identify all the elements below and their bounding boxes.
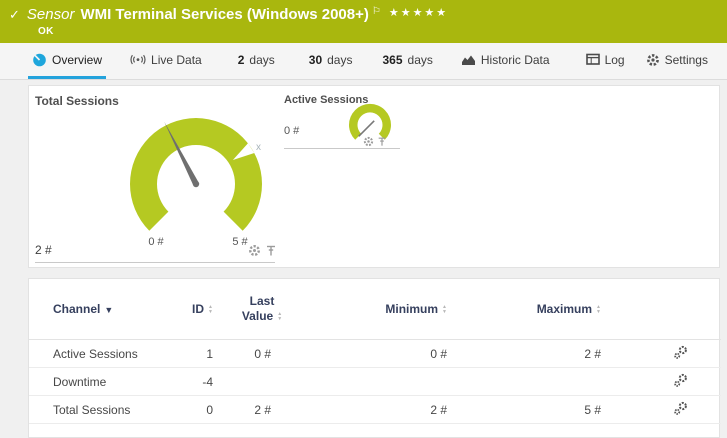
tab-365-days-number: 365: [382, 52, 403, 67]
tab-live-data-label: Live Data: [151, 52, 202, 67]
sort-caret-icon: ▼: [104, 304, 114, 315]
tab-overview[interactable]: Overview: [28, 43, 107, 79]
gauge-limit-marker: x: [256, 142, 261, 153]
channel-name: Downtime: [29, 367, 179, 396]
overview-gauges-panel: Total Sessions x 0 # 5 # 2 # Active Sess…: [28, 85, 720, 268]
channel-row-active-sessions[interactable]: Active Sessions 1 0 # 0 # 2 #: [29, 339, 721, 368]
mini-gauge-settings-gear-icon[interactable]: [363, 136, 374, 147]
sensor-header: ✓ Sensor WMI Terminal Services (Windows …: [0, 0, 727, 43]
gear-icon: [646, 53, 659, 66]
tab-30-days-label: days: [327, 52, 353, 67]
column-header-maximum-label: Maximum: [536, 302, 593, 316]
channel-last-value: 0 #: [219, 339, 305, 368]
channel-maximum: 2 #: [479, 339, 639, 368]
status-ok-icon: ✓: [9, 7, 20, 22]
page-title: WMI Terminal Services (Windows 2008+): [80, 6, 369, 23]
total-sessions-title: Total Sessions: [35, 94, 119, 108]
channel-settings-cell: [639, 339, 721, 368]
sort-arrows-icon: ▲ ▼: [277, 311, 283, 322]
tab-live-data[interactable]: Live Data: [126, 43, 206, 79]
status-text: OK: [38, 26, 54, 37]
object-kind-label: Sensor: [26, 6, 75, 23]
column-header-minimum-label: Minimum: [385, 302, 439, 316]
tab-log[interactable]: Log: [582, 43, 629, 79]
area-chart-icon: [461, 55, 475, 65]
sort-arrows-icon: ▲ ▼: [596, 304, 601, 315]
column-header-actions: [639, 279, 721, 340]
channel-name: Total Sessions: [29, 395, 179, 424]
channel-id: 1: [179, 339, 219, 368]
tab-2-days[interactable]: 2 days: [234, 43, 279, 79]
sensor-header-row: ✓ Sensor WMI Terminal Services (Windows …: [9, 6, 448, 23]
channel-minimum: [305, 367, 479, 396]
tab-historic-data[interactable]: Historic Data: [457, 43, 554, 79]
tab-settings-label: Settings: [664, 52, 708, 67]
tab-historic-data-label: Historic Data: [480, 52, 550, 67]
tab-2-days-number: 2: [237, 52, 245, 67]
channel-last-value: [219, 367, 305, 396]
channel-settings-cell: [639, 395, 721, 424]
channel-settings-gears-icon[interactable]: [673, 401, 688, 419]
channel-id: 0: [179, 395, 219, 424]
sort-arrows-icon: ▲ ▼: [442, 304, 447, 315]
gauge-pin-icon[interactable]: [265, 244, 277, 257]
channel-last-value: 2 #: [219, 395, 305, 424]
gauge-icon: [33, 53, 46, 67]
flag-icon[interactable]: ⚐: [372, 6, 381, 17]
channel-name: Active Sessions: [29, 339, 179, 368]
channel-id: -4: [179, 367, 219, 396]
column-header-channel[interactable]: Channel ▼: [29, 279, 179, 340]
total-sessions-gauge[interactable]: [124, 106, 269, 246]
channel-settings-gears-icon[interactable]: [673, 345, 688, 363]
mini-gauge-pin-icon[interactable]: [377, 136, 387, 147]
gauge-settings-gear-icon[interactable]: [248, 244, 261, 257]
table-header-row: Channel ▼ ID ▲ ▼ Last Value ▲ ▼ Minimum ▲ ▼ Max…: [29, 279, 721, 340]
channel-maximum: [479, 367, 639, 396]
channels-table: Channel ▼ ID ▲ ▼ Last Value ▲ ▼ Minimum ▲ ▼ Max…: [29, 279, 721, 424]
priority-stars[interactable]: ★★★★★: [389, 6, 448, 19]
log-icon: [585, 53, 600, 65]
channel-settings-gears-icon[interactable]: [673, 373, 688, 391]
tab-30-days[interactable]: 30 days: [305, 43, 357, 79]
tab-365-days[interactable]: 365 days: [378, 43, 436, 79]
divider: [35, 262, 275, 263]
column-header-maximum[interactable]: Maximum ▲ ▼: [479, 279, 639, 340]
gauge-scale-min: 0 #: [148, 236, 164, 248]
tab-log-label: Log: [604, 52, 625, 67]
channel-minimum: 0 #: [305, 339, 479, 368]
column-header-last-value[interactable]: Last Value ▲ ▼: [219, 279, 305, 340]
tab-2-days-label: days: [249, 52, 275, 67]
column-header-channel-label: Channel: [53, 302, 101, 316]
total-sessions-value: 2 #: [35, 243, 52, 257]
tab-30-days-number: 30: [308, 52, 323, 67]
tab-bar: Overview Live Data 2 days 30 days 365 da…: [0, 43, 727, 80]
column-header-id-label: ID: [192, 302, 205, 316]
column-header-minimum[interactable]: Minimum ▲ ▼: [305, 279, 479, 340]
divider: [284, 148, 400, 149]
channel-settings-cell: [639, 367, 721, 396]
active-sessions-value: 0 #: [284, 125, 300, 137]
channel-row-total-sessions[interactable]: Total Sessions 0 2 # 2 # 5 #: [29, 395, 721, 424]
live-data-icon: [130, 54, 146, 65]
channel-maximum: 5 #: [479, 395, 639, 424]
column-header-value-label: Value: [241, 309, 274, 323]
column-header-last-label: Last: [249, 294, 275, 308]
sort-arrows-icon: ▲ ▼: [208, 304, 213, 315]
tab-overview-label: Overview: [52, 52, 103, 67]
channel-minimum: 2 #: [305, 395, 479, 424]
channel-row-downtime[interactable]: Downtime -4: [29, 367, 721, 396]
column-header-id[interactable]: ID ▲ ▼: [179, 279, 219, 340]
tab-365-days-label: days: [407, 52, 433, 67]
tab-settings[interactable]: Settings: [642, 43, 712, 79]
channels-panel: Channel ▼ ID ▲ ▼ Last Value ▲ ▼ Minimum ▲ ▼ Max…: [28, 278, 721, 438]
